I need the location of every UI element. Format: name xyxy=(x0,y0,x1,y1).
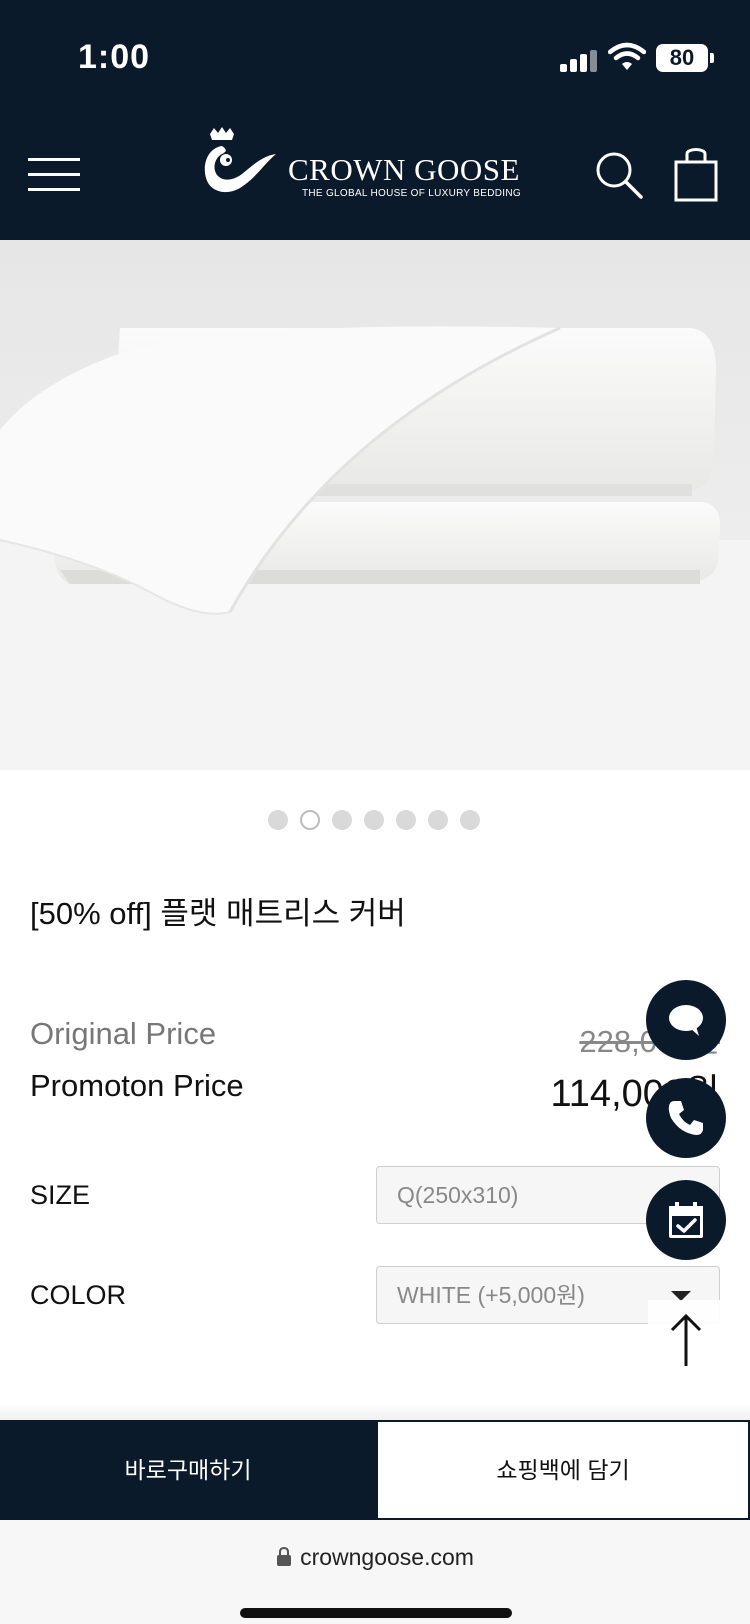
phone-icon xyxy=(668,1101,703,1135)
add-to-bag-button[interactable]: 쇼핑백에 담기 xyxy=(376,1420,750,1520)
wifi-icon xyxy=(608,42,646,70)
color-value: WHITE (+5,000원) xyxy=(397,1282,585,1308)
size-label: SIZE xyxy=(30,1180,91,1210)
color-label: COLOR xyxy=(30,1280,127,1310)
brand-tagline: THE GLOBAL HOUSE OF LUXURY BEDDING xyxy=(302,188,521,199)
url-text[interactable]: crowngoose.com xyxy=(0,1544,750,1571)
size-value: Q(250x310) xyxy=(397,1182,519,1208)
phone-button[interactable] xyxy=(646,1078,726,1158)
lock-icon xyxy=(277,1546,292,1566)
original-price-label: Original Price xyxy=(30,1016,217,1051)
product-title: [50% off] 플랫 매트리스 커버 xyxy=(30,896,406,931)
browser-url-bar[interactable]: crowngoose.com xyxy=(0,1520,750,1624)
gallery-dot[interactable] xyxy=(268,810,288,830)
menu-icon xyxy=(28,158,80,161)
brand-name: CROWN GOOSE xyxy=(288,152,520,187)
gallery-dot[interactable] xyxy=(460,810,480,830)
chat-button[interactable] xyxy=(646,980,726,1060)
search-icon[interactable] xyxy=(594,150,644,200)
original-price-row: Original Price 228,000원 xyxy=(30,1016,720,1059)
menu-button[interactable] xyxy=(28,158,80,194)
cellular-signal-icon xyxy=(560,50,598,72)
url-domain: crowngoose.com xyxy=(300,1544,474,1570)
cta-shadow xyxy=(0,1404,750,1420)
calendar-check-icon xyxy=(669,1202,703,1238)
calendar-button[interactable] xyxy=(646,1180,726,1260)
brand-logo[interactable]: CROWN GOOSE THE GLOBAL HOUSE OF LUXURY B… xyxy=(200,126,521,206)
gallery-dot[interactable] xyxy=(428,810,448,830)
arrow-up-icon xyxy=(670,1313,702,1366)
gallery-dot[interactable] xyxy=(332,810,352,830)
gallery-dot-active[interactable] xyxy=(300,810,320,830)
chat-icon xyxy=(669,1005,703,1036)
promo-price-label: Promoton Price xyxy=(30,1068,244,1103)
crown-goose-logo-icon xyxy=(204,127,276,193)
scroll-to-top-button[interactable] xyxy=(648,1300,724,1376)
status-time: 1:00 xyxy=(78,38,151,76)
promo-price-row: Promoton Price 114,000원 xyxy=(30,1068,720,1115)
product-image[interactable] xyxy=(0,240,750,770)
gallery-dot[interactable] xyxy=(364,810,384,830)
battery-indicator: 80 xyxy=(656,44,714,72)
gallery-dot[interactable] xyxy=(396,810,416,830)
header: 1:00 80 CROWN GOOSE THE GLOBAL HOUSE OF … xyxy=(0,0,750,240)
home-indicator[interactable] xyxy=(240,1608,512,1618)
buy-now-button[interactable]: 바로구매하기 xyxy=(0,1420,376,1520)
gallery-pagination xyxy=(268,810,480,830)
sheet-photo xyxy=(0,240,750,770)
shopping-bag-icon[interactable] xyxy=(674,144,718,202)
